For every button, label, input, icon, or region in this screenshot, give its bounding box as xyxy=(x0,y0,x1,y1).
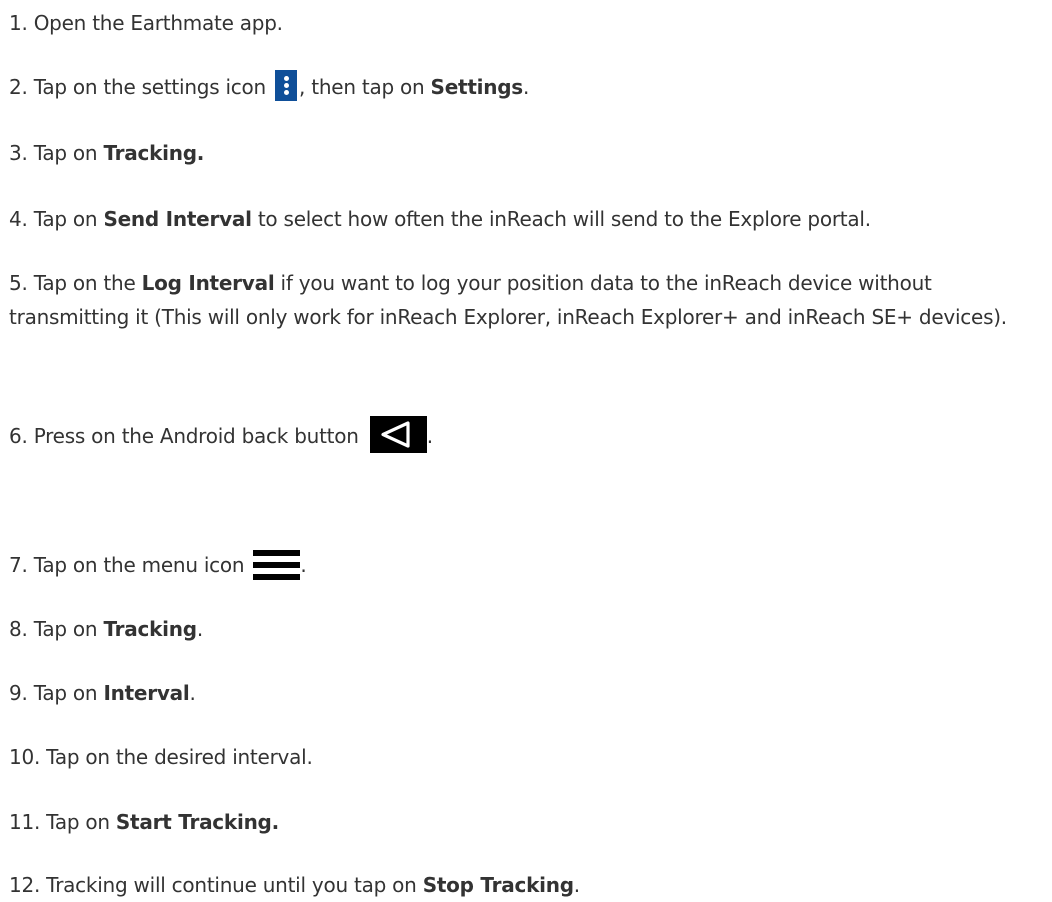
step-3: 3. Tap on Tracking. xyxy=(9,136,204,170)
step-12-bold: Stop Tracking xyxy=(422,873,574,897)
step-5: 5. Tap on the Log Interval if you want t… xyxy=(9,266,1049,334)
step-2: 2. Tap on the settings icon , then tap o… xyxy=(9,70,529,104)
step-12-text-b: . xyxy=(573,873,580,897)
step-2-bold: Settings xyxy=(430,75,524,99)
step-1: 1. Open the Earthmate app. xyxy=(9,6,283,40)
step-11-bold: Start Tracking. xyxy=(115,810,279,834)
step-7-text-b: . xyxy=(300,553,307,577)
step-4-bold: Send Interval xyxy=(103,207,252,231)
step-10: 10. Tap on the desired interval. xyxy=(9,740,313,774)
step-9-text-a: 9. Tap on xyxy=(9,681,104,705)
step-8: 8. Tap on Tracking. xyxy=(9,612,203,646)
step-4: 4. Tap on Send Interval to select how of… xyxy=(9,202,871,236)
step-7-text-a: 7. Tap on the menu icon xyxy=(9,553,251,577)
step-1-text: 1. Open the Earthmate app. xyxy=(9,11,283,35)
step-2-text-b: , then tap on xyxy=(299,75,431,99)
step-9-text-b: . xyxy=(189,681,196,705)
step-6: 6. Press on the Android back button . xyxy=(9,416,433,456)
android-back-icon xyxy=(369,416,427,453)
step-8-text-a: 8. Tap on xyxy=(9,617,104,641)
step-8-bold: Tracking xyxy=(103,617,197,641)
step-4-text-b: to select how often the inReach will sen… xyxy=(251,207,871,231)
step-3-bold: Tracking. xyxy=(103,141,205,165)
kebab-menu-icon xyxy=(275,70,298,101)
step-4-text-a: 4. Tap on xyxy=(9,207,104,231)
step-2-text-a: 2. Tap on the settings icon xyxy=(9,75,273,99)
step-8-text-b: . xyxy=(196,617,203,641)
step-9-bold: Interval xyxy=(103,681,190,705)
step-5-bold: Log Interval xyxy=(141,271,275,295)
step-11: 11. Tap on Start Tracking. xyxy=(9,805,279,839)
step-12-text-a: 12. Tracking will continue until you tap… xyxy=(9,873,423,897)
hamburger-menu-icon xyxy=(253,550,301,581)
step-7: 7. Tap on the menu icon . xyxy=(9,548,307,582)
step-2-text-c: . xyxy=(522,75,530,99)
step-9: 9. Tap on Interval. xyxy=(9,676,196,710)
step-6-text-a: 6. Press on the Android back button xyxy=(9,424,365,448)
step-11-text-a: 11. Tap on xyxy=(9,810,116,834)
step-6-text-b: . xyxy=(426,424,433,448)
step-10-text: 10. Tap on the desired interval. xyxy=(9,745,313,769)
step-5-text-a: 5. Tap on the xyxy=(9,271,142,295)
step-3-text-a: 3. Tap on xyxy=(9,141,104,165)
